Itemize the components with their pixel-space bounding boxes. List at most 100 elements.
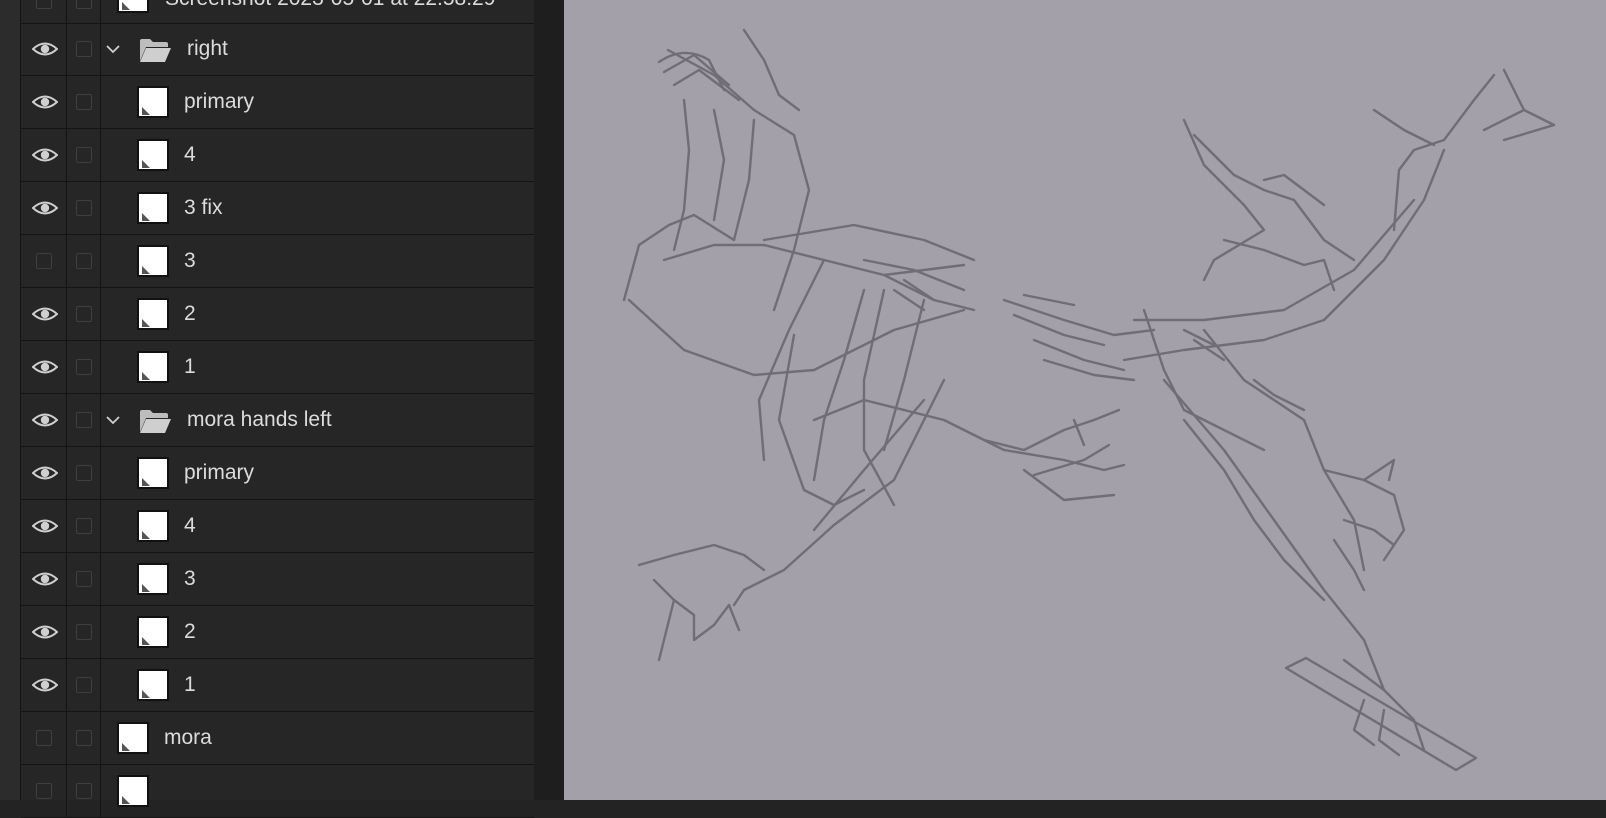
layer-row-mora[interactable]: mora xyxy=(21,712,534,765)
eye-icon[interactable] xyxy=(32,94,58,110)
eye-icon[interactable] xyxy=(32,465,58,481)
link-toggle[interactable] xyxy=(76,253,92,269)
layer-group-mora-hands-left[interactable]: mora hands left xyxy=(21,394,534,447)
chevron-down-icon[interactable] xyxy=(105,43,121,55)
layer-name: 1 xyxy=(184,355,196,378)
link-cell[interactable] xyxy=(67,394,101,446)
eye-icon[interactable] xyxy=(32,147,58,163)
link-toggle[interactable] xyxy=(76,359,92,375)
link-cell[interactable] xyxy=(67,341,101,393)
layer-group-name: right xyxy=(187,37,228,60)
visibility-cell[interactable] xyxy=(21,341,67,393)
link-toggle[interactable] xyxy=(76,730,92,746)
link-toggle[interactable] xyxy=(76,624,92,640)
link-cell[interactable] xyxy=(67,500,101,552)
link-toggle[interactable] xyxy=(76,94,92,110)
link-toggle[interactable] xyxy=(76,306,92,322)
layer-row-left-primary[interactable]: primary xyxy=(21,447,534,500)
link-toggle[interactable] xyxy=(76,41,92,57)
visibility-cell[interactable] xyxy=(21,765,67,817)
link-cell[interactable] xyxy=(67,553,101,605)
layers-panel: Screenshot 2023-05-01 at 22:58:29 right … xyxy=(21,0,534,818)
layer-group-right[interactable]: right xyxy=(21,23,534,76)
link-cell[interactable] xyxy=(67,182,101,234)
visibility-cell[interactable] xyxy=(21,553,67,605)
visibility-cell[interactable] xyxy=(21,23,67,75)
visibility-cell[interactable] xyxy=(21,606,67,658)
panel-divider[interactable] xyxy=(534,0,564,800)
layer-row-screenshot[interactable]: Screenshot 2023-05-01 at 22:58:29 xyxy=(21,0,534,24)
layer-row-right-4[interactable]: 4 xyxy=(21,129,534,182)
layer-thumbnail xyxy=(137,510,169,542)
link-cell[interactable] xyxy=(67,0,101,23)
layer-name: Screenshot 2023-05-01 at 22:58:29 xyxy=(165,0,495,11)
visibility-cell[interactable] xyxy=(21,500,67,552)
visibility-cell[interactable] xyxy=(21,659,67,711)
layer-group-name: mora hands left xyxy=(187,408,332,431)
link-toggle[interactable] xyxy=(76,783,92,799)
eye-icon[interactable] xyxy=(32,359,58,375)
link-toggle[interactable] xyxy=(76,0,92,9)
visibility-cell[interactable] xyxy=(21,288,67,340)
layer-row-left-3[interactable]: 3 xyxy=(21,553,534,606)
visibility-cell[interactable] xyxy=(21,129,67,181)
layer-name: 2 xyxy=(184,620,196,643)
layer-row-left-1[interactable]: 1 xyxy=(21,659,534,712)
link-toggle[interactable] xyxy=(76,518,92,534)
eye-icon[interactable] xyxy=(32,412,58,428)
link-cell[interactable] xyxy=(67,606,101,658)
link-toggle[interactable] xyxy=(76,147,92,163)
link-cell[interactable] xyxy=(67,659,101,711)
layer-row-left-4[interactable]: 4 xyxy=(21,500,534,553)
link-cell[interactable] xyxy=(67,235,101,287)
layer-row-right-1[interactable]: 1 xyxy=(21,341,534,394)
layer-thumbnail xyxy=(137,245,169,277)
visibility-cell[interactable] xyxy=(21,76,67,128)
link-toggle[interactable] xyxy=(76,200,92,216)
layer-name: 1 xyxy=(184,673,196,696)
link-cell[interactable] xyxy=(67,129,101,181)
layer-row-right-2[interactable]: 2 xyxy=(21,288,534,341)
layer-row-right-3[interactable]: 3 xyxy=(21,235,534,288)
visibility-toggle[interactable] xyxy=(36,0,52,9)
link-cell[interactable] xyxy=(67,23,101,75)
eye-icon[interactable] xyxy=(32,624,58,640)
eye-icon[interactable] xyxy=(32,677,58,693)
visibility-cell[interactable] xyxy=(21,712,67,764)
visibility-cell[interactable] xyxy=(21,0,67,23)
folder-icon xyxy=(140,410,171,433)
layer-row-left-2[interactable]: 2 xyxy=(21,606,534,659)
visibility-toggle[interactable] xyxy=(36,730,52,746)
visibility-cell[interactable] xyxy=(21,235,67,287)
drawing-canvas[interactable] xyxy=(564,0,1606,800)
layer-row-right-3-fix[interactable]: 3 fix xyxy=(21,182,534,235)
link-cell[interactable] xyxy=(67,288,101,340)
eye-icon[interactable] xyxy=(32,571,58,587)
link-cell[interactable] xyxy=(67,712,101,764)
visibility-cell[interactable] xyxy=(21,394,67,446)
visibility-cell[interactable] xyxy=(21,447,67,499)
link-toggle[interactable] xyxy=(76,677,92,693)
chevron-down-icon[interactable] xyxy=(105,414,121,426)
link-cell[interactable] xyxy=(67,76,101,128)
layer-thumbnail xyxy=(117,775,149,807)
tool-strip xyxy=(0,0,21,800)
eye-icon[interactable] xyxy=(32,200,58,216)
layer-thumbnail xyxy=(117,0,149,13)
link-cell[interactable] xyxy=(67,765,101,817)
layer-thumbnail xyxy=(137,298,169,330)
layer-row-right-primary[interactable]: primary xyxy=(21,76,534,129)
visibility-toggle[interactable] xyxy=(36,783,52,799)
layer-row-next[interactable] xyxy=(21,765,534,818)
visibility-toggle[interactable] xyxy=(36,253,52,269)
layer-name: 3 xyxy=(184,567,196,590)
visibility-cell[interactable] xyxy=(21,182,67,234)
link-toggle[interactable] xyxy=(76,412,92,428)
eye-icon[interactable] xyxy=(32,41,58,57)
eye-icon[interactable] xyxy=(32,306,58,322)
link-toggle[interactable] xyxy=(76,465,92,481)
link-toggle[interactable] xyxy=(76,571,92,587)
eye-icon[interactable] xyxy=(32,518,58,534)
layer-name: primary xyxy=(184,90,255,113)
link-cell[interactable] xyxy=(67,447,101,499)
